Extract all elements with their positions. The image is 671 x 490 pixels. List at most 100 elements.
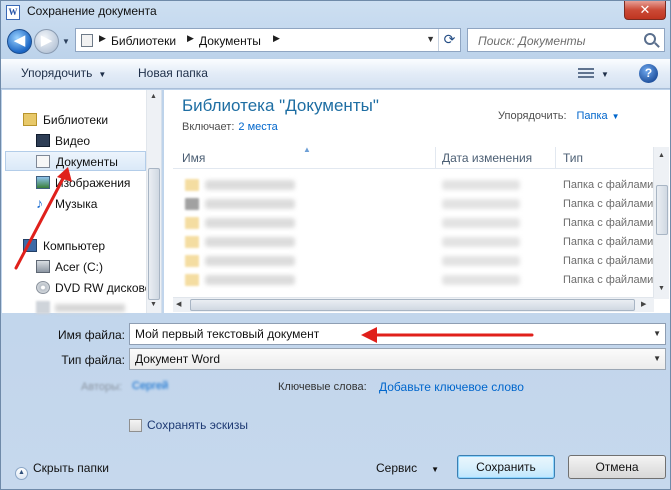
save-thumbnails-label[interactable]: Сохранять эскизы (147, 418, 248, 432)
row-type: Папка с файлами (563, 236, 654, 248)
filename-field[interactable]: Мой первый текстовый документ ▼ (129, 323, 666, 345)
history-dropdown-icon[interactable]: ▼ (62, 37, 70, 46)
breadcrumb-separator-icon[interactable]: ▶ (273, 33, 280, 44)
breadcrumb-documents[interactable]: Документы (199, 34, 261, 48)
scroll-up-icon[interactable]: ▲ (658, 152, 665, 159)
keywords-label: Ключевые слова: (278, 381, 367, 393)
column-header: ▲ Имя Дата изменения Тип (173, 145, 654, 169)
title-bar: W Сохранение документа ✕ (1, 1, 670, 23)
sidebar-item-computer[interactable]: Компьютер (2, 236, 145, 256)
breadcrumb-libraries[interactable]: Библиотеки (111, 34, 176, 48)
table-row[interactable]: Папка с файлами (173, 271, 654, 290)
back-button[interactable]: ◀ (7, 29, 32, 54)
blurred-label (55, 304, 125, 312)
table-row[interactable]: Папка с файлами (173, 252, 654, 271)
filename-label: Имя файла: (58, 328, 125, 342)
blurred-date (442, 275, 520, 285)
views-icon[interactable] (578, 68, 594, 80)
includes-label: Включает: (182, 121, 235, 133)
column-divider[interactable] (435, 147, 436, 169)
table-row[interactable]: Папка с файлами (173, 195, 654, 214)
service-menu-button[interactable]: Сервис ▼ (376, 461, 439, 475)
search-input[interactable]: Поиск: Документы (467, 28, 665, 52)
blurred-date (442, 237, 520, 247)
service-label: Сервис (376, 461, 418, 475)
blurred-name (205, 180, 295, 190)
navigation-row: ◀ ▶ ▼ ▶ Библиотеки ▶ Документы ▶ ▼ ⟳ Пои… (1, 23, 670, 59)
drive-icon (36, 260, 50, 273)
navigation-scrollbar[interactable]: ▲ ▼ (146, 90, 161, 313)
breadcrumb-separator-icon[interactable]: ▶ (187, 33, 194, 44)
sidebar-item-pictures[interactable]: Изображения (2, 173, 145, 193)
table-row[interactable]: Папка с файлами (173, 214, 654, 233)
refresh-icon[interactable]: ⟳ (438, 29, 460, 51)
search-icon[interactable] (644, 33, 656, 45)
includes-locations-link[interactable]: 2 места (238, 121, 277, 133)
scroll-up-icon[interactable]: ▲ (150, 93, 157, 100)
scrollbar-thumb[interactable] (148, 168, 160, 300)
save-thumbnails-checkbox[interactable] (129, 419, 142, 432)
sidebar-item-label: Изображения (55, 176, 131, 190)
sidebar-item-documents[interactable]: Документы (5, 151, 146, 171)
hide-folders-button[interactable]: ▲ Скрыть папки (15, 461, 109, 480)
chevron-down-icon[interactable]: ▼ (653, 329, 661, 338)
sidebar-item-video[interactable]: Видео (2, 131, 145, 151)
window-title: Сохранение документа (27, 4, 157, 18)
scroll-down-icon[interactable]: ▼ (658, 285, 665, 292)
cancel-button[interactable]: Отмена (568, 455, 666, 479)
sidebar-item-dvd[interactable]: DVD RW дисково (2, 278, 151, 298)
sidebar-item-label: Документы (56, 155, 118, 169)
save-button[interactable]: Сохранить (457, 455, 555, 479)
table-row[interactable]: Папка с файлами (173, 233, 654, 252)
filetype-select[interactable]: Документ Word ▼ (129, 348, 666, 370)
scrollbar-thumb[interactable] (656, 185, 668, 235)
sidebar-item-label: Компьютер (43, 239, 106, 253)
filename-value: Мой первый текстовый документ (135, 327, 320, 341)
sidebar-item-libraries[interactable]: Библиотеки (2, 110, 145, 130)
blurred-date (442, 180, 520, 190)
sort-ascending-icon: ▲ (303, 145, 311, 154)
folder-icon (185, 179, 199, 191)
sidebar-item-music[interactable]: ♪ Музыка (2, 194, 145, 214)
breadcrumb-separator-icon[interactable]: ▶ (99, 33, 106, 44)
arrange-value-link[interactable]: Папка (577, 110, 608, 122)
scroll-right-icon[interactable]: ▶ (641, 300, 646, 308)
close-button[interactable]: ✕ (624, 1, 666, 20)
file-list-horizontal-scrollbar[interactable]: ◀ ▶ (173, 297, 654, 312)
help-icon[interactable]: ? (639, 64, 658, 83)
views-dropdown-icon[interactable]: ▼ (601, 70, 609, 79)
sidebar-item-label: Acer (C:) (55, 260, 103, 274)
file-list-vertical-scrollbar[interactable]: ▲ ▼ (653, 147, 669, 299)
scroll-left-icon[interactable]: ◀ (176, 300, 181, 308)
sidebar-item-label: Библиотеки (43, 113, 109, 127)
scroll-down-icon[interactable]: ▼ (150, 301, 157, 308)
folder-icon (185, 255, 199, 267)
blurred-name (205, 237, 295, 247)
chevron-down-icon: ▼ (431, 465, 440, 474)
table-row[interactable]: Папка с файлами (173, 176, 654, 195)
authors-value[interactable]: Сергей (132, 380, 168, 392)
save-form: Имя файла: Мой первый текстовый документ… (1, 314, 670, 489)
column-type[interactable]: Тип (563, 151, 583, 165)
documents-icon (36, 155, 50, 168)
chevron-down-icon[interactable]: ▼ (612, 112, 620, 121)
add-keyword-link[interactable]: Добавьте ключевое слово (379, 380, 524, 394)
column-date[interactable]: Дата изменения (442, 151, 532, 165)
video-icon (36, 134, 50, 147)
file-list-pane: Библиотека "Документы" Включает: 2 места … (164, 90, 670, 313)
word-app-icon: W (6, 5, 20, 20)
library-title: Библиотека "Документы" (182, 96, 379, 115)
address-dropdown-icon[interactable]: ▼ (426, 34, 435, 44)
organize-button[interactable]: Упорядочить ▼ (21, 66, 106, 80)
new-folder-button[interactable]: Новая папка (138, 66, 208, 80)
address-bar[interactable]: ▶ Библиотеки ▶ Документы ▶ ▼ ⟳ (75, 28, 461, 52)
organize-label: Упорядочить (21, 66, 93, 80)
column-name[interactable]: Имя (182, 151, 205, 165)
save-dialog: W Сохранение документа ✕ ◀ ▶ ▼ ▶ Библиот… (0, 0, 671, 490)
scrollbar-thumb[interactable] (190, 299, 635, 311)
forward-button[interactable]: ▶ (34, 29, 59, 54)
column-divider[interactable] (555, 147, 556, 169)
folder-icon (185, 274, 199, 286)
sidebar-item-drive-c[interactable]: Acer (C:) (2, 257, 145, 277)
chevron-up-icon: ▲ (15, 467, 28, 480)
